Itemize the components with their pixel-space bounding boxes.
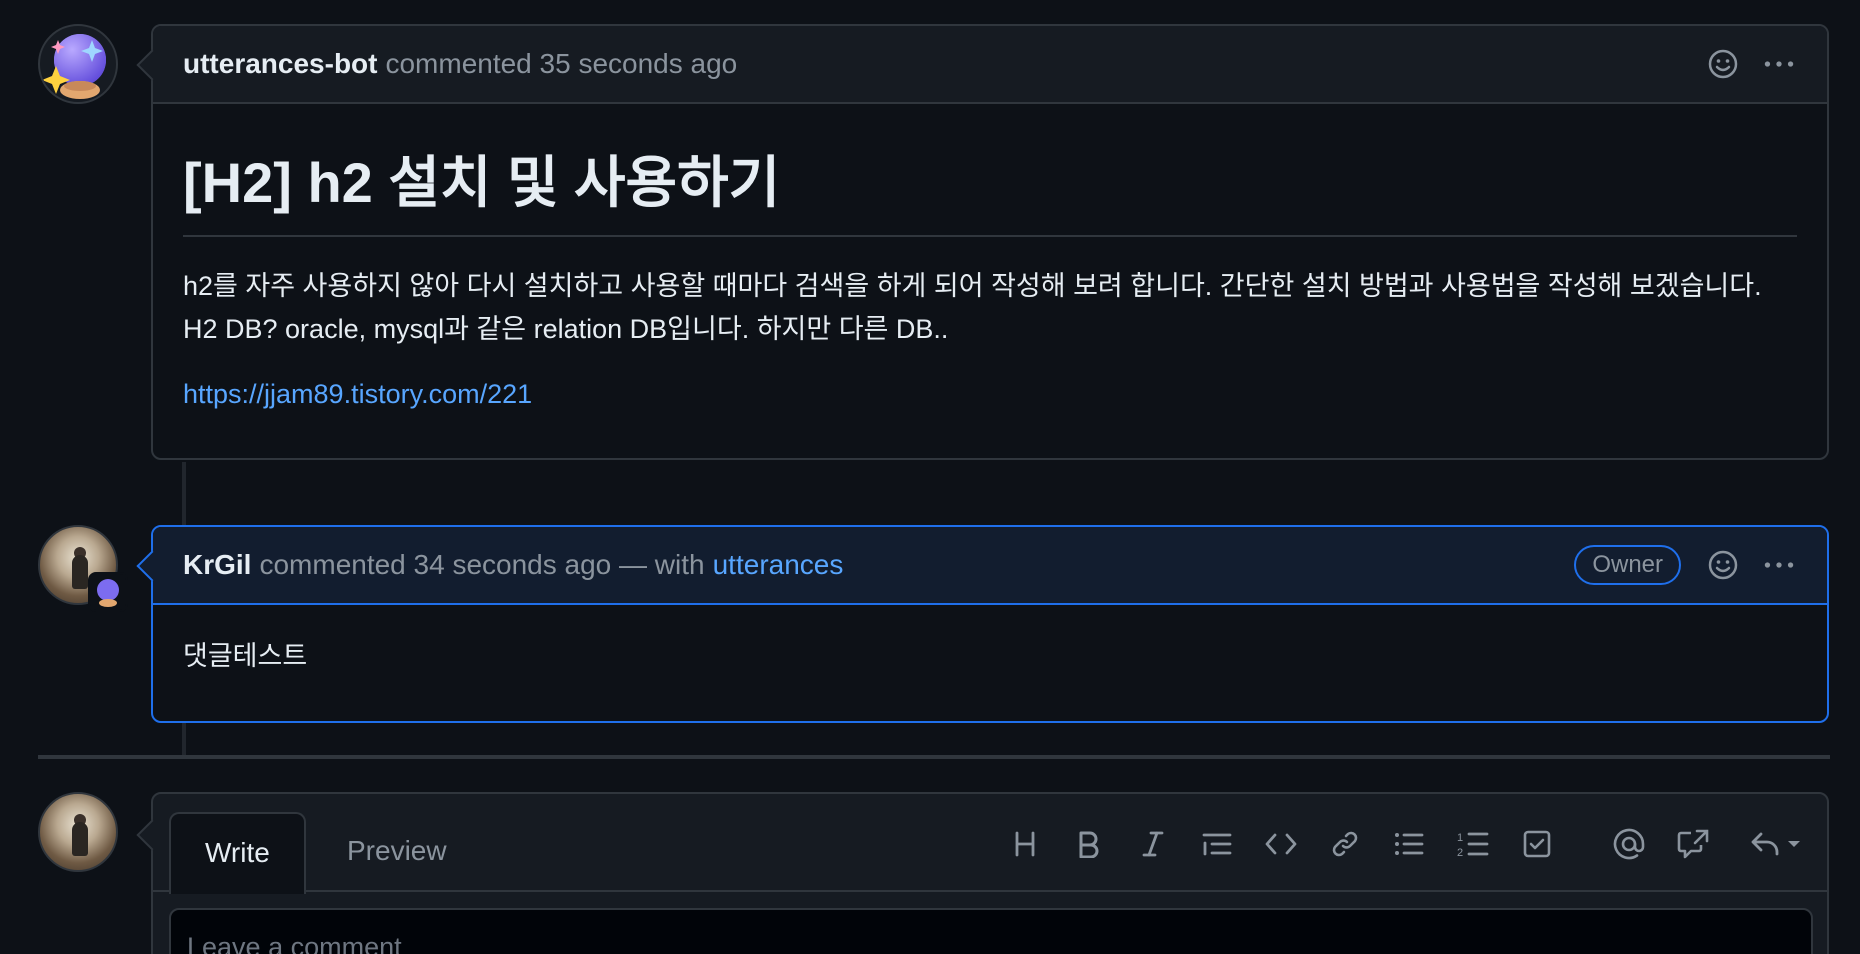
code-icon[interactable] <box>1259 822 1303 866</box>
post-link[interactable]: https://jjam89.tistory.com/221 <box>183 379 532 410</box>
utterances-link[interactable]: utterances <box>713 549 844 581</box>
divider <box>38 755 1830 759</box>
editor-tabs: Write Preview 1 2 <box>153 794 1827 894</box>
comment-textarea[interactable] <box>169 908 1813 954</box>
comment-card: utterances-bot commented 35 seconds ago … <box>136 24 1829 460</box>
bold-icon[interactable] <box>1067 822 1111 866</box>
timeline-line <box>182 722 186 756</box>
smiley-icon[interactable] <box>1707 48 1739 80</box>
heading-icon[interactable] <box>1003 822 1047 866</box>
kebab-menu-icon[interactable] <box>1763 549 1795 581</box>
comment-body: [H2] h2 설치 및 사용하기 h2를 자주 사용하지 않아 다시 설치하고… <box>153 104 1827 440</box>
task-list-icon[interactable] <box>1515 822 1559 866</box>
svg-text:2: 2 <box>1457 847 1463 858</box>
link-icon[interactable] <box>1323 822 1367 866</box>
crystal-ball-icon <box>97 579 119 607</box>
avatar[interactable] <box>38 24 118 104</box>
timeline-line <box>182 462 186 526</box>
comment-author[interactable]: utterances-bot <box>183 48 377 80</box>
ordered-list-icon[interactable]: 12 <box>1451 822 1495 866</box>
comment-header: KrGil commented 34 seconds ago — with ut… <box>153 527 1827 605</box>
comment-header: utterances-bot commented 35 seconds ago <box>153 26 1827 104</box>
unordered-list-icon[interactable] <box>1387 822 1431 866</box>
markdown-toolbar: 12 <box>153 822 1827 866</box>
crystal-ball-icon <box>42 34 106 99</box>
svg-text:1: 1 <box>1457 832 1463 844</box>
post-excerpt: h2를 자주 사용하지 않아 다시 설치하고 사용할 때마다 검색을 하게 되어… <box>183 271 1762 344</box>
utterances-app-badge <box>88 572 128 612</box>
quote-icon[interactable] <box>1195 822 1239 866</box>
owner-badge: Owner <box>1574 545 1681 585</box>
kebab-menu-icon[interactable] <box>1763 48 1795 80</box>
comment-body: 댓글테스트 <box>153 605 1827 708</box>
cross-reference-icon[interactable] <box>1671 822 1715 866</box>
comment-meta: commented 35 seconds ago <box>385 48 738 79</box>
comment-editor: Write Preview 1 2 Leave a comment <box>136 792 1829 954</box>
reply-icon[interactable] <box>1747 822 1811 866</box>
smiley-icon[interactable] <box>1707 549 1739 581</box>
comment-card: KrGil commented 34 seconds ago — with ut… <box>136 525 1829 723</box>
comment-text: 댓글테스트 <box>183 641 308 671</box>
post-title: [H2] h2 설치 및 사용하기 <box>183 128 1797 237</box>
avatar[interactable] <box>38 792 118 872</box>
comment-meta: commented 34 seconds ago — with <box>259 549 705 580</box>
comment-author[interactable]: KrGil <box>183 549 251 581</box>
italic-icon[interactable] <box>1131 822 1175 866</box>
mention-icon[interactable] <box>1607 822 1651 866</box>
